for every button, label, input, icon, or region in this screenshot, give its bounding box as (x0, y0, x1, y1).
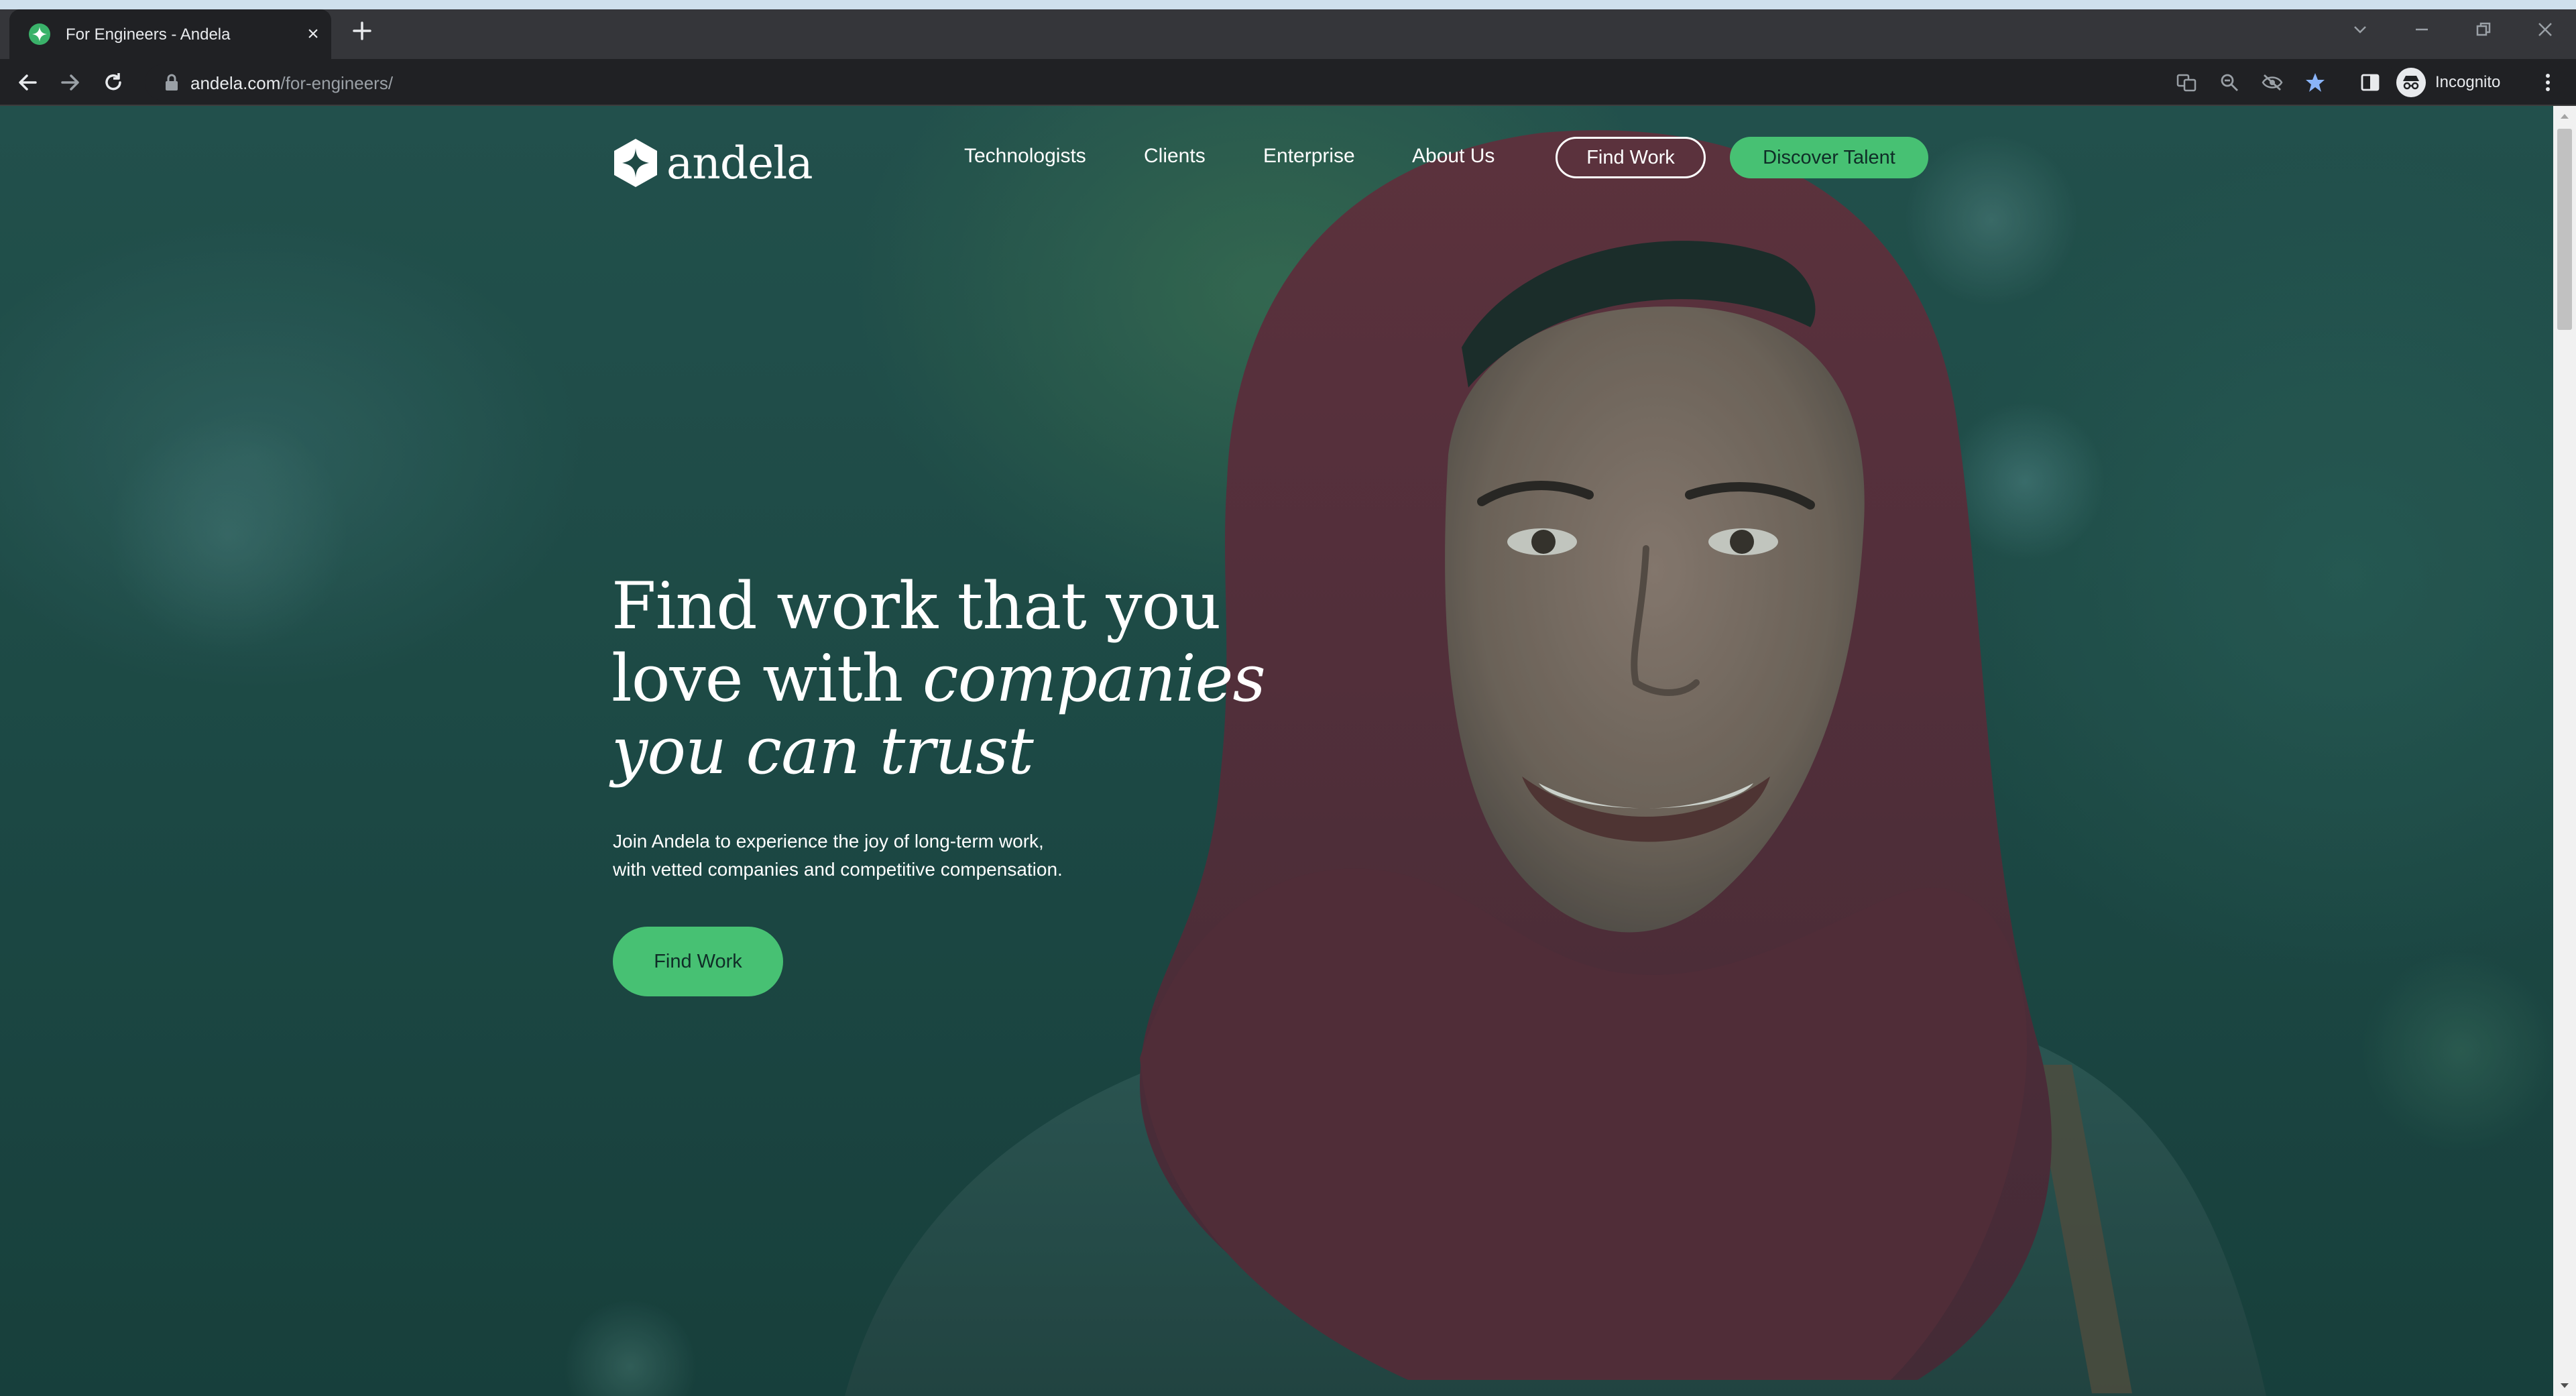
logo-wordmark: andela (666, 137, 813, 189)
address-bar[interactable]: andela.com/for-engineers/ (145, 64, 2398, 101)
window-controls (2329, 9, 2576, 50)
restore-icon[interactable] (2453, 9, 2514, 50)
zoom-icon[interactable] (2218, 71, 2241, 94)
side-panel-icon[interactable] (2356, 68, 2384, 97)
url-host: andela.com (190, 73, 281, 93)
nav-discover-talent-button[interactable]: Discover Talent (1730, 137, 1928, 178)
scrollbar-thumb[interactable] (2557, 129, 2572, 330)
page-viewport: andela Technologists Clients Enterprise … (0, 106, 2553, 1396)
incognito-profile-button[interactable]: Incognito (2396, 66, 2500, 99)
incognito-label: Incognito (2435, 73, 2501, 91)
bookmark-star-icon[interactable] (2304, 71, 2327, 94)
minimize-icon[interactable] (2391, 9, 2453, 50)
browser-tab-active[interactable]: For Engineers - Andela × (9, 9, 331, 59)
new-tab-icon[interactable] (350, 19, 374, 43)
nav-link-about-us[interactable]: About Us (1412, 145, 1495, 168)
hero-subtitle-line1: Join Andela to experience the joy of lon… (613, 831, 1044, 852)
titlebar-accent-strip (0, 0, 2576, 9)
hero-title-italic-trust: you can trust (611, 713, 1034, 789)
nav-link-technologists[interactable]: Technologists (964, 145, 1086, 168)
lock-icon[interactable] (164, 74, 180, 91)
browser-titlebar: For Engineers - Andela × (0, 0, 2576, 59)
nav-find-work-button[interactable]: Find Work (1556, 137, 1706, 178)
hero-subtitle-line2: with vetted companies and competitive co… (613, 859, 1063, 880)
andela-logo-mark-icon (614, 139, 657, 187)
hero-title: Find work that you love with companies y… (611, 570, 1282, 787)
site-header: andela Technologists Clients Enterprise … (0, 106, 2553, 213)
eye-off-icon[interactable] (2261, 71, 2284, 94)
andela-favicon-icon (29, 23, 50, 45)
hero-find-work-button[interactable]: Find Work (613, 927, 783, 996)
andela-logo[interactable]: andela (613, 126, 813, 200)
nav-link-enterprise[interactable]: Enterprise (1263, 145, 1355, 168)
menu-icon[interactable] (2534, 68, 2561, 97)
reload-icon[interactable] (99, 68, 127, 97)
nav-link-clients[interactable]: Clients (1144, 145, 1206, 168)
hero-title-italic-companies: companies (922, 641, 1266, 716)
tab-search-icon[interactable] (2329, 9, 2391, 50)
scroll-up-arrow-icon[interactable] (2553, 106, 2576, 126)
close-window-icon[interactable] (2514, 9, 2576, 50)
translate-icon[interactable] (2175, 71, 2198, 94)
forward-arrow-icon[interactable] (56, 68, 84, 97)
scroll-down-arrow-icon[interactable] (2553, 1376, 2576, 1396)
hero-title-line2: love with (611, 641, 923, 716)
hero-subtitle: Join Andela to experience the joy of lon… (613, 827, 1216, 884)
tab-title: For Engineers - Andela (66, 25, 231, 44)
hero-title-line1: Find work that you (611, 569, 1221, 644)
url-path: /for-engineers/ (280, 73, 394, 93)
browser-toolbar: andela.com/for-engineers/ Incognito (0, 59, 2576, 106)
url-text[interactable]: andela.com/for-engineers/ (190, 73, 393, 94)
incognito-icon (2396, 68, 2426, 97)
page-scrollbar[interactable] (2553, 106, 2576, 1396)
tab-close-icon[interactable]: × (302, 23, 325, 46)
back-arrow-icon[interactable] (13, 68, 42, 97)
